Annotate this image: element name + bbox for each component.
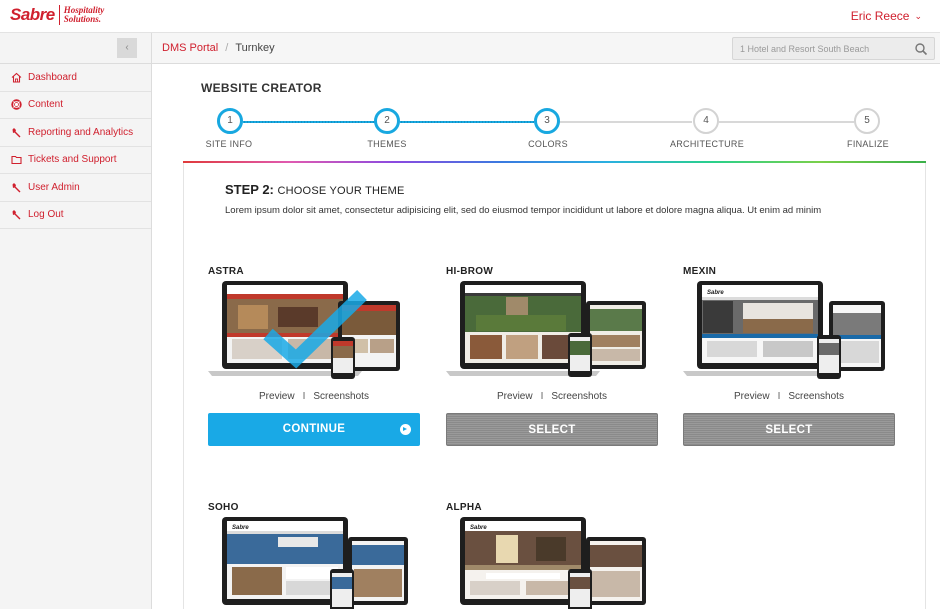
step-4-label[interactable]: ARCHITECTURE (657, 139, 757, 149)
preview-link[interactable]: Preview (259, 391, 295, 402)
step-2-circle[interactable]: 2 (374, 108, 400, 134)
logo-divider (58, 5, 60, 25)
logo-wordmark: Sabre (10, 5, 55, 24)
step-1-circle[interactable]: 1 (217, 108, 243, 134)
search-input[interactable] (733, 38, 903, 59)
wrench-icon (11, 182, 22, 193)
step-5-label[interactable]: FINALIZE (818, 139, 918, 149)
sidebar-item-reporting[interactable]: Reporting and Analytics (0, 119, 151, 147)
user-name: Eric Reece (850, 9, 910, 23)
theme-preview-image[interactable] (208, 279, 420, 383)
theme-selection-panel: STEP 2: CHOOSE YOUR THEME Lorem ipsum do… (183, 163, 926, 609)
collapse-sidebar-button[interactable]: ‹ (117, 38, 137, 58)
theme-card-mexin: MEXIN Sabre Preview I Screenshots SELECT (683, 266, 895, 456)
theme-name: ASTRA (208, 266, 244, 277)
chevron-down-icon: ⌄ (914, 10, 922, 21)
select-button[interactable]: SELECT (683, 413, 895, 446)
theme-card-soho: SOHO Sabre (208, 502, 420, 609)
step-3-label[interactable]: COLORS (498, 139, 598, 149)
step-4-circle[interactable]: 4 (693, 108, 719, 134)
link-separator: I (777, 391, 781, 402)
theme-links: Preview I Screenshots (446, 391, 658, 402)
screenshots-link[interactable]: Screenshots (313, 391, 369, 402)
sidebar-item-label: User Admin (28, 181, 80, 193)
top-bar: Sabre Hospitality Solutions. Eric Reece … (0, 0, 940, 33)
logo-subtitle-line2: Solutions. (63, 14, 102, 24)
continue-button-label: CONTINUE (282, 423, 346, 435)
screenshots-link[interactable]: Screenshots (788, 391, 844, 402)
preview-link[interactable]: Preview (497, 391, 533, 402)
link-separator: I (540, 391, 544, 402)
hotel-search (732, 37, 935, 60)
sidebar-collapse-row: ‹ (0, 33, 151, 64)
sabre-logo[interactable]: Sabre Hospitality Solutions. (10, 5, 104, 25)
breadcrumb-current: Turnkey (235, 42, 275, 54)
logo-subtitle: Hospitality Solutions. (64, 6, 105, 24)
user-menu[interactable]: Eric Reece ⌄ (851, 9, 922, 23)
wrench-icon (11, 209, 22, 220)
continue-button[interactable]: CONTINUE (208, 413, 420, 446)
theme-name: ALPHA (446, 502, 482, 513)
theme-links: Preview I Screenshots (683, 391, 895, 402)
sidebar-item-label: Reporting and Analytics (28, 126, 134, 138)
svg-text:Sabre: Sabre (707, 290, 724, 296)
breadcrumb-separator: / (225, 42, 229, 54)
svg-text:Sabre: Sabre (232, 525, 249, 531)
theme-name: SOHO (208, 502, 239, 513)
step-heading: STEP 2: CHOOSE YOUR THEME (225, 182, 405, 197)
sidebar-item-user-admin[interactable]: User Admin (0, 174, 151, 202)
preview-link[interactable]: Preview (734, 391, 770, 402)
step-description: Lorem ipsum dolor sit amet, consectetur … (225, 205, 822, 216)
wizard-stepper: 1 2 3 4 5 SITE INFO THEMES COLORS ARCHIT… (152, 104, 940, 164)
theme-preview-image[interactable]: Sabre (446, 515, 658, 609)
sidebar-item-label: Dashboard (28, 71, 77, 83)
step-heading-number: STEP 2: (225, 182, 274, 197)
sidebar-item-label: Log Out (28, 209, 64, 221)
theme-name: MEXIN (683, 266, 717, 277)
wrench-icon (11, 127, 22, 138)
theme-card-alpha: ALPHA Sabre (446, 502, 658, 609)
step-heading-text: CHOOSE YOUR THEME (277, 185, 405, 197)
breadcrumb-bar: DMS Portal / Turnkey (152, 33, 940, 64)
step-connector-complete (243, 121, 387, 123)
home-icon (11, 72, 22, 83)
main-content: WEBSITE CREATOR 1 2 3 4 5 SITE INFO THEM… (152, 64, 940, 609)
theme-links: Preview I Screenshots (208, 391, 420, 402)
step-3-circle[interactable]: 3 (534, 108, 560, 134)
link-separator: I (302, 391, 306, 402)
step-connector-pending (719, 121, 854, 123)
sidebar-item-log-out[interactable]: Log Out (0, 202, 151, 229)
select-button[interactable]: SELECT (446, 413, 658, 446)
sidebar-item-content[interactable]: Content (0, 92, 151, 119)
arrow-right-circle-icon (400, 424, 411, 435)
theme-card-hi-brow: HI-BROW Preview I Screenshots SELECT (446, 266, 658, 456)
sidebar-item-dashboard[interactable]: Dashboard (0, 64, 151, 92)
theme-card-astra: ASTRA Preview I Screenshots CONTINUE (208, 266, 420, 456)
step-2-label[interactable]: THEMES (337, 139, 437, 149)
theme-name: HI-BROW (446, 266, 494, 277)
sidebar-item-label: Tickets and Support (28, 154, 117, 166)
svg-text:Sabre: Sabre (470, 525, 487, 531)
step-connector-complete (400, 121, 534, 123)
breadcrumb-dms-portal[interactable]: DMS Portal (162, 42, 218, 54)
step-5-circle[interactable]: 5 (854, 108, 880, 134)
step-connector-pending (560, 121, 692, 123)
lifebuoy-icon (11, 99, 22, 110)
search-icon[interactable] (914, 42, 928, 56)
screenshots-link[interactable]: Screenshots (551, 391, 607, 402)
breadcrumb: DMS Portal / Turnkey (162, 42, 275, 54)
folder-icon (11, 154, 22, 165)
sidebar-item-label: Content (28, 99, 64, 111)
sidebar-item-tickets[interactable]: Tickets and Support (0, 147, 151, 174)
theme-preview-image[interactable] (446, 279, 658, 383)
theme-preview-image[interactable]: Sabre (683, 279, 895, 383)
sidebar: ‹ Dashboard Content Reporting and Analyt… (0, 33, 152, 609)
page-title: WEBSITE CREATOR (201, 81, 322, 95)
step-1-label[interactable]: SITE INFO (179, 139, 279, 149)
theme-preview-image[interactable]: Sabre (208, 515, 420, 609)
